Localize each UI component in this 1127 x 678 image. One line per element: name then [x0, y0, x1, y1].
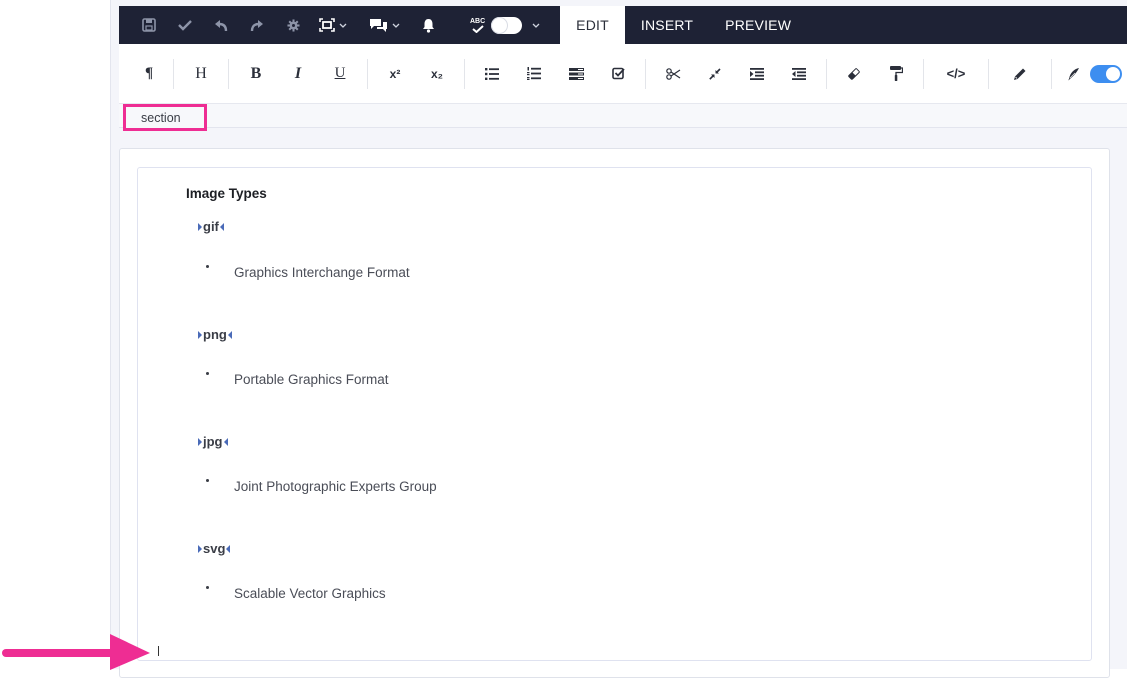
- divider: [1051, 58, 1052, 89]
- tag-start-marker-icon: [198, 544, 202, 553]
- spellcheck-icon: ABC: [470, 18, 485, 33]
- term-text: jpg: [203, 434, 223, 449]
- section-title: Image Types: [186, 186, 267, 201]
- left-gutter: [0, 0, 110, 669]
- compress-icon: [709, 67, 721, 80]
- subscript-button[interactable]: x₂: [416, 54, 458, 94]
- gear-icon[interactable]: [275, 6, 311, 44]
- tag-end-marker-icon: [223, 437, 228, 446]
- tag-end-marker-icon: [219, 222, 224, 231]
- clear-format-button[interactable]: [833, 54, 875, 94]
- checklist-button[interactable]: [597, 54, 639, 94]
- tag-start-marker-icon: [198, 222, 202, 231]
- definition-list-button[interactable]: [555, 54, 597, 94]
- checkbox-icon: [611, 67, 625, 80]
- breadcrumb-section[interactable]: section: [123, 104, 207, 131]
- spellcheck-label: ABC: [470, 17, 486, 25]
- feather-icon: [1067, 67, 1079, 80]
- spellcheck-toggle[interactable]: [491, 16, 523, 34]
- term-text: png: [203, 327, 227, 342]
- dl-definition[interactable]: Scalable Vector Graphics: [234, 586, 386, 601]
- scissors-icon: [665, 67, 680, 80]
- numbered-list-button[interactable]: [513, 54, 555, 94]
- outdent-button[interactable]: [778, 54, 820, 94]
- divider: [228, 58, 229, 89]
- check-icon[interactable]: [167, 6, 203, 44]
- superscript-button[interactable]: x²: [374, 54, 416, 94]
- top-toolbar: ABC EDIT INSERT PREVIEW: [119, 6, 1127, 44]
- fullscreen-menu[interactable]: [311, 6, 355, 44]
- comments-menu[interactable]: [355, 6, 408, 44]
- bullet-icon: [206, 586, 209, 589]
- spellcheck-menu[interactable]: ABC: [446, 6, 548, 44]
- track-changes-toggle[interactable]: [1090, 64, 1122, 83]
- chevron-down-icon: [532, 23, 540, 28]
- divider: [173, 58, 174, 89]
- undo-icon[interactable]: [203, 6, 239, 44]
- editor-panel: Image Types gif Graphics Interchange For…: [119, 148, 1110, 678]
- redo-icon[interactable]: [239, 6, 275, 44]
- heading-button[interactable]: H: [180, 54, 222, 94]
- dl-term[interactable]: gif: [198, 219, 224, 234]
- indent-button[interactable]: [736, 54, 778, 94]
- tag-end-marker-icon: [227, 330, 232, 339]
- bold-button[interactable]: B: [235, 54, 277, 94]
- pencil-icon: [1014, 68, 1026, 80]
- editor-app: ABC EDIT INSERT PREVIEW ¶ H B I U x² x₂: [110, 0, 1127, 678]
- source-code-button[interactable]: </>: [930, 54, 982, 94]
- comments-icon: [369, 18, 388, 33]
- paint-roller-icon: [889, 66, 903, 81]
- bullet-list-button[interactable]: [471, 54, 513, 94]
- paragraph-button[interactable]: ¶: [131, 54, 167, 94]
- tag-end-marker-icon: [226, 544, 231, 553]
- element-breadcrumb-bar: section: [119, 104, 1127, 131]
- bullet-icon: [206, 372, 209, 375]
- dl-definition[interactable]: Portable Graphics Format: [234, 372, 389, 387]
- document-body[interactable]: Image Types gif Graphics Interchange For…: [137, 167, 1092, 661]
- chevron-down-icon: [339, 23, 347, 28]
- dl-definition[interactable]: Graphics Interchange Format: [234, 265, 410, 280]
- chevron-down-icon: [392, 23, 400, 28]
- tab-edit[interactable]: EDIT: [560, 6, 625, 44]
- tab-preview[interactable]: PREVIEW: [709, 6, 807, 44]
- bullet-list-icon: [485, 67, 499, 80]
- save-icon[interactable]: [131, 6, 167, 44]
- tab-insert[interactable]: INSERT: [625, 6, 709, 44]
- dl-definition[interactable]: Joint Photographic Experts Group: [234, 479, 437, 494]
- fullscreen-icon: [319, 18, 335, 32]
- divider: [464, 58, 465, 89]
- divider: [826, 58, 827, 89]
- format-toolbar: ¶ H B I U x² x₂ </>: [119, 44, 1127, 104]
- bullet-icon: [206, 479, 209, 482]
- split-button[interactable]: [652, 54, 694, 94]
- indent-icon: [750, 67, 764, 80]
- divider: [645, 58, 646, 89]
- outdent-icon: [792, 67, 806, 80]
- term-text: gif: [203, 219, 219, 234]
- join-button[interactable]: [694, 54, 736, 94]
- dl-term[interactable]: png: [198, 327, 232, 342]
- format-painter-button[interactable]: [875, 54, 917, 94]
- dl-term[interactable]: jpg: [198, 434, 228, 449]
- underline-button[interactable]: U: [319, 54, 361, 94]
- bullet-icon: [206, 265, 209, 268]
- annotation-arrow-icon: [2, 634, 150, 670]
- numbered-list-icon: [527, 67, 541, 80]
- edit-button[interactable]: [995, 54, 1045, 94]
- divider: [367, 58, 368, 89]
- tag-start-marker-icon: [198, 437, 202, 446]
- track-changes-button[interactable]: [1058, 54, 1088, 94]
- tag-start-marker-icon: [198, 330, 202, 339]
- definition-list-icon: [568, 67, 584, 80]
- eraser-icon: [848, 67, 860, 80]
- italic-button[interactable]: I: [277, 54, 319, 94]
- bell-icon[interactable]: [410, 6, 446, 44]
- term-text: svg: [203, 541, 226, 556]
- dl-term[interactable]: svg: [198, 541, 231, 556]
- divider: [988, 58, 989, 89]
- divider: [923, 58, 924, 89]
